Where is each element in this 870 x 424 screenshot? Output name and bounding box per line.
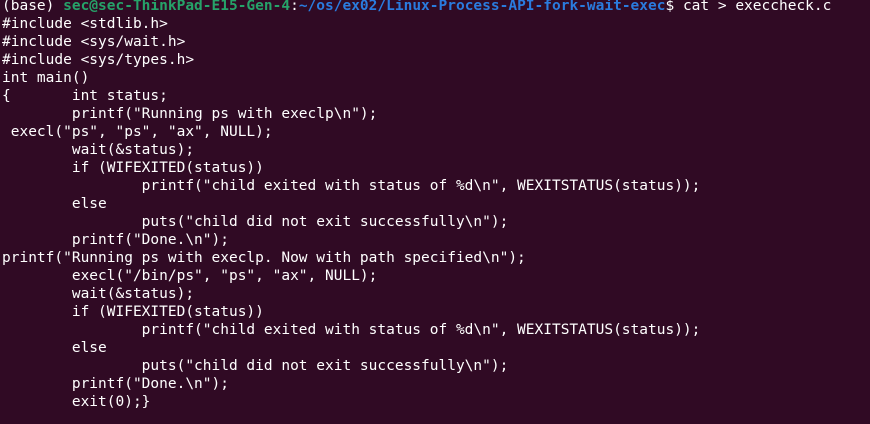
code-line: printf("Running ps with execlp. Now with… xyxy=(2,250,526,266)
prompt-symbol: $ xyxy=(665,0,683,14)
code-line: execl("/bin/ps", "ps", "ax", NULL); xyxy=(2,268,378,284)
code-line: exit(0);} xyxy=(2,394,151,410)
code-line: if (WIFEXITED(status)) xyxy=(2,160,264,176)
code-line: int main() xyxy=(2,70,90,86)
code-line: printf("child exited with status of %d\n… xyxy=(2,322,701,338)
code-line: wait(&status); xyxy=(2,142,195,158)
prompt-path: ~/os/ex02/Linux-Process-API-fork-wait-ex… xyxy=(298,0,666,14)
code-line: #include <stdlib.h> xyxy=(2,16,168,32)
code-line: if (WIFEXITED(status)) xyxy=(2,304,264,320)
code-line: #include <sys/types.h> xyxy=(2,52,195,68)
code-line: else xyxy=(2,196,107,212)
prompt-user-host: sec@sec-ThinkPad-E15-Gen-4 xyxy=(63,0,291,14)
code-line: puts("child did not exit successfully\n"… xyxy=(2,214,509,230)
code-line: #include <sys/wait.h> xyxy=(2,34,186,50)
prompt-env: (base) xyxy=(2,0,64,14)
prompt-command: cat > execcheck.c xyxy=(682,0,832,14)
code-line: printf("Running ps with execlp\n"); xyxy=(2,106,378,122)
terminal-output: (base) sec@sec-ThinkPad-E15-Gen-4:~/os/e… xyxy=(2,0,831,411)
code-line: puts("child did not exit successfully\n"… xyxy=(2,358,509,374)
code-line: { int status; xyxy=(2,88,168,104)
prompt-line: (base) sec@sec-ThinkPad-E15-Gen-4:~/os/e… xyxy=(2,0,831,15)
code-line: printf("Done.\n"); xyxy=(2,376,229,392)
code-line: else xyxy=(2,340,107,356)
code-line: execl("ps", "ps", "ax", NULL); xyxy=(2,124,273,140)
prompt-separator: : xyxy=(290,0,299,14)
code-line: wait(&status); xyxy=(2,286,195,302)
code-line: printf("child exited with status of %d\n… xyxy=(2,178,701,194)
code-line: printf("Done.\n"); xyxy=(2,232,229,248)
terminal-window[interactable]: (base) sec@sec-ThinkPad-E15-Gen-4:~/os/e… xyxy=(0,0,870,424)
